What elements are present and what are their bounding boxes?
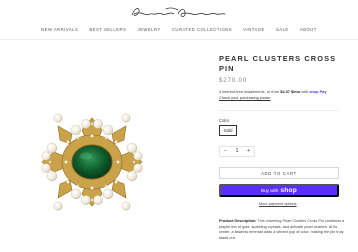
shop-logo: shop <box>280 187 297 194</box>
check-purchasing-power-link[interactable]: Check your purchasing power <box>219 95 349 101</box>
installments-amount: $4.37 $/mo <box>280 89 301 94</box>
nav-best-sellers[interactable]: BEST SELLERS <box>89 27 126 32</box>
product-image[interactable] <box>28 100 156 224</box>
brand-logo[interactable] <box>126 4 232 22</box>
nav-vintage[interactable]: VINTAGE <box>243 27 265 32</box>
product-description: Product Description: This charming Pearl… <box>219 219 347 241</box>
nav-about[interactable]: ABOUT <box>300 27 317 32</box>
nav-new-arrivals[interactable]: NEW ARRIVALS <box>41 27 78 32</box>
installments-info: 4 interest-free installments, or from $4… <box>219 89 349 100</box>
nav-curated-collections[interactable]: CURATED COLLECTIONS <box>172 27 232 32</box>
product-price: $270.00 <box>219 77 247 84</box>
info-divider <box>219 110 339 111</box>
buy-with-label: Buy with <box>261 188 279 193</box>
nav-sale[interactable]: SALE <box>276 27 289 32</box>
more-payment-options-link[interactable]: More payment options <box>259 202 297 206</box>
description-label: Product Description: <box>219 219 257 223</box>
quantity-increase-button[interactable]: + <box>247 149 250 154</box>
quantity-value[interactable]: 1 <box>236 149 239 154</box>
product-title: PEARL CLUSTERS CROSS PIN <box>219 54 337 73</box>
main-nav: NEW ARRIVALS BEST SELLERS JEWELRY CURATE… <box>0 27 358 32</box>
color-label: Color <box>219 118 230 123</box>
color-option-gold[interactable]: Gold <box>219 125 237 136</box>
installments-prefix: 4 interest-free installments, or from <box>219 89 281 94</box>
quantity-stepper: − 1 + <box>219 146 255 157</box>
quantity-decrease-button[interactable]: − <box>224 149 227 154</box>
buy-with-shop-button[interactable]: Buy with shop <box>219 184 339 197</box>
shop-pay-mini-logo: shop Pay <box>309 89 327 94</box>
nav-jewelry[interactable]: JEWELRY <box>138 27 161 32</box>
add-to-cart-button[interactable]: ADD TO CART <box>219 167 339 179</box>
header-divider <box>0 39 358 40</box>
installments-suffix: with <box>300 89 310 94</box>
